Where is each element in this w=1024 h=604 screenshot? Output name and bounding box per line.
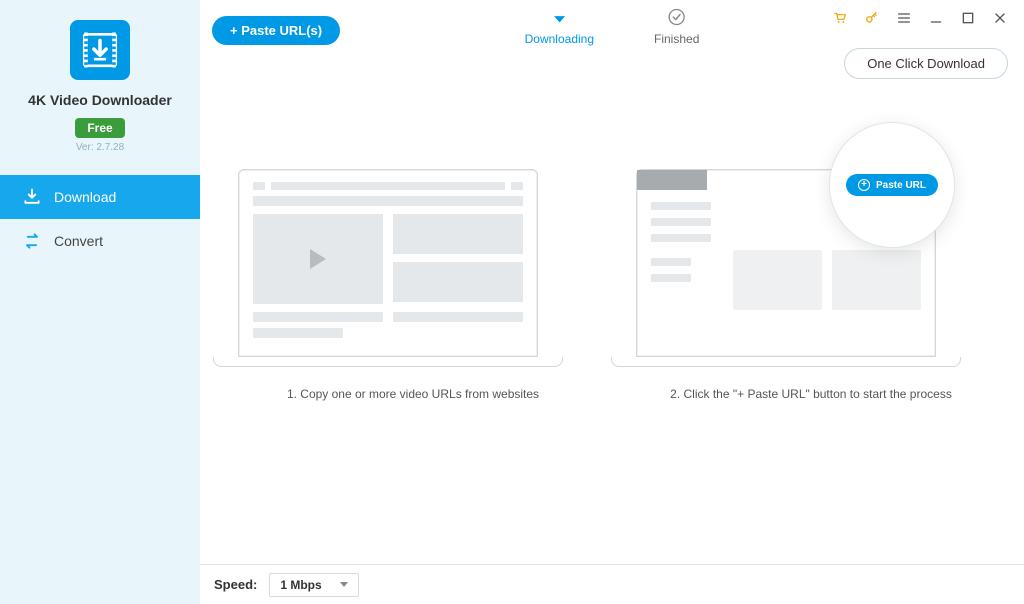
- main-area: + Paste URL(s) Downloading Finished: [200, 0, 1024, 604]
- speed-label: Speed:: [214, 577, 257, 592]
- sidebar: 4K Video Downloader Free Ver: 2.7.28 Dow…: [0, 0, 200, 604]
- close-icon[interactable]: [992, 10, 1008, 26]
- chevron-down-icon: [340, 582, 348, 587]
- plus-circle-icon: +: [858, 179, 870, 191]
- version-label: Ver: 2.7.28: [76, 142, 124, 153]
- tab-label: Finished: [654, 32, 699, 46]
- download-tray-icon: [22, 187, 42, 207]
- statusbar: Speed: 1 Mbps: [200, 564, 1024, 604]
- step2-caption: 2. Click the "+ Paste URL" button to sta…: [670, 387, 952, 401]
- topbar: + Paste URL(s) Downloading Finished: [200, 0, 1024, 64]
- paste-url-button[interactable]: + Paste URL(s): [212, 16, 340, 45]
- tab-label: Downloading: [525, 32, 594, 46]
- laptop-screen: [238, 169, 538, 357]
- download-arrow-icon: [548, 6, 570, 28]
- magnifier-lens: + Paste URL: [829, 122, 955, 248]
- sidebar-item-download[interactable]: Download: [0, 175, 200, 219]
- guide-step-2: + Paste URL 2. Click the "+ Paste URL" b…: [636, 169, 986, 401]
- app-logo-icon: [70, 20, 130, 80]
- convert-arrows-icon: [22, 231, 42, 251]
- sidebar-item-convert[interactable]: Convert: [0, 219, 200, 263]
- tab-finished[interactable]: Finished: [654, 6, 699, 46]
- app-name: 4K Video Downloader: [28, 92, 172, 108]
- app-window: 4K Video Downloader Free Ver: 2.7.28 Dow…: [0, 0, 1024, 604]
- sidebar-item-label: Convert: [54, 233, 103, 249]
- onboarding-content: 1. Copy one or more video URLs from webs…: [200, 79, 1024, 564]
- brand-block: 4K Video Downloader Free Ver: 2.7.28: [0, 0, 200, 161]
- laptop-screen: + Paste URL: [636, 169, 936, 357]
- video-placeholder: [253, 214, 383, 304]
- menu-icon[interactable]: [896, 10, 912, 26]
- sidebar-item-label: Download: [54, 189, 116, 205]
- speed-select[interactable]: 1 Mbps: [269, 573, 358, 597]
- play-icon: [310, 249, 326, 269]
- minimize-icon[interactable]: [928, 10, 944, 26]
- maximize-icon[interactable]: [960, 10, 976, 26]
- license-badge: Free: [75, 118, 124, 138]
- tabs: Downloading Finished: [525, 6, 700, 46]
- speed-value: 1 Mbps: [280, 578, 321, 592]
- laptop-illustration: [238, 169, 588, 367]
- lens-paste-url-button: + Paste URL: [846, 174, 938, 196]
- guide-step-1: 1. Copy one or more video URLs from webs…: [238, 169, 588, 401]
- lens-button-label: Paste URL: [876, 180, 926, 191]
- key-icon[interactable]: [864, 10, 880, 26]
- laptop-illustration: + Paste URL: [636, 169, 986, 367]
- check-circle-icon: [666, 6, 688, 28]
- tab-downloading[interactable]: Downloading: [525, 6, 594, 46]
- sidebar-nav: Download Convert: [0, 175, 200, 263]
- titlebar-icons: [832, 10, 1008, 26]
- cart-icon[interactable]: [832, 10, 848, 26]
- step1-caption: 1. Copy one or more video URLs from webs…: [287, 387, 539, 401]
